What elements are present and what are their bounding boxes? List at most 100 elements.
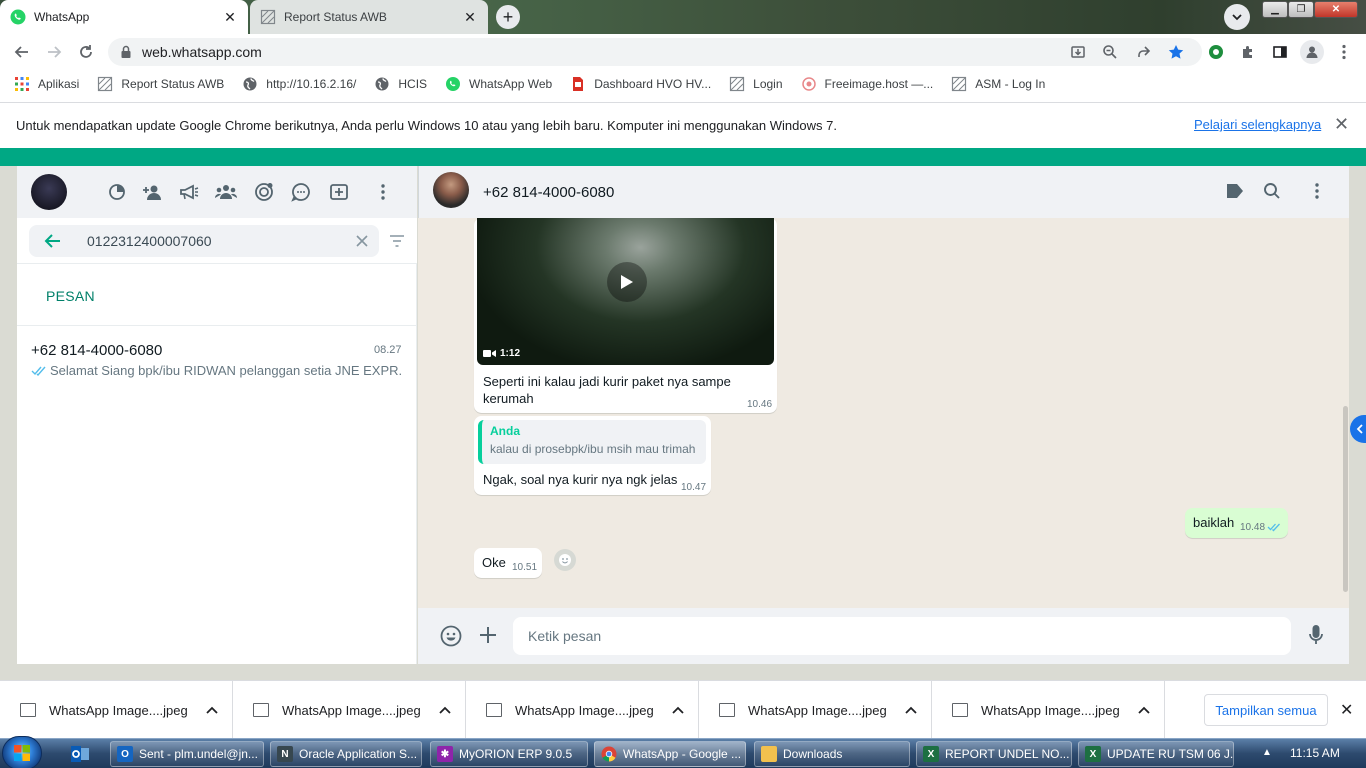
search-input[interactable]: 0122312400007060 bbox=[29, 225, 379, 257]
video-message[interactable]: 1:12 Seperti ini kalau jadi kurir paket … bbox=[474, 218, 777, 413]
side-panel-icon[interactable] bbox=[1270, 42, 1290, 62]
tab-report-status-awb[interactable]: Report Status AWB ✕ bbox=[250, 0, 488, 34]
bookmark-star-icon[interactable] bbox=[1168, 44, 1184, 60]
show-all-downloads-button[interactable]: Tampilkan semua bbox=[1204, 694, 1328, 726]
install-app-icon[interactable] bbox=[1070, 44, 1086, 60]
message-text: Ngak, soal nya kurir nya ngk jelas bbox=[483, 472, 678, 487]
message-input[interactable]: Ketik pesan bbox=[513, 617, 1291, 655]
close-tab-icon[interactable]: ✕ bbox=[222, 9, 238, 25]
reaction-emoji-icon[interactable] bbox=[554, 549, 576, 571]
scrollbar[interactable] bbox=[1343, 406, 1348, 592]
new-chat-icon[interactable] bbox=[289, 180, 313, 204]
chevron-up-icon[interactable] bbox=[206, 706, 218, 714]
label-icon[interactable] bbox=[1225, 182, 1245, 200]
chevron-up-icon[interactable] bbox=[439, 706, 451, 714]
whatsapp-extension-icon[interactable] bbox=[1206, 42, 1226, 62]
bookmark-dashboard-hvo[interactable]: Dashboard HVO HV... bbox=[570, 76, 711, 92]
bookmark-ip[interactable]: http://10.16.2.16/ bbox=[242, 76, 356, 92]
tray-chevron-up-icon[interactable]: ▲ bbox=[1262, 747, 1272, 758]
chevron-up-icon[interactable] bbox=[1138, 706, 1150, 714]
search-value: 0122312400007060 bbox=[87, 233, 212, 249]
minimize-button[interactable]: ▁ bbox=[1262, 1, 1288, 18]
excel-icon: X bbox=[1085, 746, 1101, 762]
chevron-down-icon bbox=[1232, 14, 1242, 21]
chrome-menu-icon[interactable] bbox=[1336, 42, 1352, 62]
taskbar-item-oracle[interactable]: N Oracle Application S... bbox=[270, 741, 422, 767]
bookmark-aplikasi[interactable]: Aplikasi bbox=[14, 76, 79, 92]
image-file-icon bbox=[486, 703, 502, 717]
taskbar-item-downloads[interactable]: Downloads bbox=[754, 741, 910, 767]
list-item[interactable]: +62 814-4000-6080 08.27 Selamat Siang bp… bbox=[17, 332, 417, 390]
download-item[interactable]: WhatsApp Image....jpeg bbox=[233, 681, 466, 739]
zoom-icon[interactable] bbox=[1102, 44, 1118, 60]
window-close-button[interactable]: ✕ bbox=[1314, 1, 1358, 18]
video-thumbnail[interactable]: 1:12 bbox=[477, 218, 774, 365]
outgoing-message[interactable]: baiklah 10.48 bbox=[1185, 508, 1288, 538]
download-item[interactable]: WhatsApp Image....jpeg bbox=[466, 681, 699, 739]
chevron-up-icon[interactable] bbox=[905, 706, 917, 714]
taskbar-item-chrome[interactable]: WhatsApp - Google ... bbox=[594, 741, 746, 767]
bookmark-asm-login[interactable]: ASM - Log In bbox=[951, 76, 1045, 92]
bookmark-login[interactable]: Login bbox=[729, 76, 783, 92]
menu-icon[interactable] bbox=[371, 180, 395, 204]
tab-search-button[interactable] bbox=[1224, 4, 1250, 30]
menu-icon[interactable] bbox=[1315, 183, 1319, 199]
taskbar-item-excel-update[interactable]: X UPDATE RU TSM 06 J... bbox=[1078, 741, 1234, 767]
address-bar[interactable]: web.whatsapp.com bbox=[108, 38, 1202, 66]
outlook-icon: O bbox=[117, 746, 133, 762]
bookmark-report-status-awb[interactable]: Report Status AWB bbox=[97, 76, 224, 92]
clear-search-icon[interactable] bbox=[355, 234, 369, 248]
download-name: WhatsApp Image....jpeg bbox=[282, 702, 421, 718]
download-item[interactable]: WhatsApp Image....jpeg bbox=[699, 681, 932, 739]
bookmark-whatsapp-web[interactable]: WhatsApp Web bbox=[445, 76, 552, 92]
infobar-message: Untuk mendapatkan update Google Chrome b… bbox=[16, 118, 837, 133]
filter-icon[interactable] bbox=[389, 234, 405, 248]
back-arrow-icon[interactable] bbox=[12, 42, 32, 62]
avatar[interactable] bbox=[433, 172, 469, 208]
outlook-pinned-icon[interactable] bbox=[60, 741, 100, 767]
add-contact-icon[interactable] bbox=[141, 180, 165, 204]
tab-title: WhatsApp bbox=[34, 10, 90, 24]
bookmark-label: Dashboard HVO HV... bbox=[594, 77, 712, 91]
microphone-icon[interactable] bbox=[1309, 624, 1323, 646]
taskbar-item-excel-report[interactable]: X REPORT UNDEL NO... bbox=[916, 741, 1072, 767]
close-infobar-icon[interactable]: ✕ bbox=[1334, 114, 1349, 135]
close-tab-icon[interactable]: ✕ bbox=[462, 9, 478, 25]
communities-icon[interactable] bbox=[214, 180, 238, 204]
play-icon[interactable] bbox=[607, 262, 647, 302]
tab-whatsapp[interactable]: WhatsApp ✕ bbox=[0, 0, 248, 34]
learn-more-link[interactable]: Pelajari selengkapnya bbox=[1194, 117, 1321, 132]
clock[interactable]: 11:15 AM bbox=[1290, 746, 1340, 760]
add-group-icon[interactable] bbox=[327, 180, 351, 204]
maximize-button[interactable]: ❐ bbox=[1288, 1, 1314, 18]
emoji-icon[interactable] bbox=[440, 625, 462, 647]
conversation-header[interactable]: +62 814-4000-6080 bbox=[418, 166, 1349, 218]
download-item[interactable]: WhatsApp Image....jpeg bbox=[0, 681, 233, 739]
close-downloads-icon[interactable]: ✕ bbox=[1340, 700, 1353, 720]
download-item[interactable]: WhatsApp Image....jpeg bbox=[932, 681, 1165, 739]
lock-icon[interactable] bbox=[120, 45, 132, 59]
new-tab-button[interactable]: + bbox=[496, 5, 520, 29]
share-icon[interactable] bbox=[1136, 44, 1152, 60]
reply-message[interactable]: Anda kalau di prosebpk/ibu msih mau trim… bbox=[474, 416, 711, 495]
incoming-message[interactable]: Oke 10.51 bbox=[474, 548, 542, 578]
avatar[interactable] bbox=[31, 174, 67, 210]
search-icon[interactable] bbox=[1263, 182, 1281, 200]
profile-avatar-icon[interactable] bbox=[1300, 40, 1324, 64]
bookmark-freeimage[interactable]: Freeimage.host —... bbox=[801, 76, 933, 92]
status-icon[interactable] bbox=[105, 180, 129, 204]
chevron-up-icon[interactable] bbox=[672, 706, 684, 714]
reload-icon[interactable] bbox=[76, 42, 96, 62]
taskbar-item-outlook[interactable]: O Sent - plm.undel@jn... bbox=[110, 741, 264, 767]
extensions-puzzle-icon[interactable] bbox=[1238, 42, 1258, 62]
attach-plus-icon[interactable] bbox=[479, 626, 497, 644]
forward-arrow-icon[interactable] bbox=[44, 42, 64, 62]
megaphone-icon[interactable] bbox=[177, 180, 201, 204]
taskbar-item-orion[interactable]: ✱ MyORION ERP 9.0.5 bbox=[430, 741, 588, 767]
start-button[interactable] bbox=[2, 736, 42, 768]
quoted-message[interactable]: Anda kalau di prosebpk/ibu msih mau trim… bbox=[478, 420, 706, 464]
bookmark-hcis[interactable]: HCIS bbox=[374, 76, 427, 92]
channels-icon[interactable] bbox=[252, 180, 276, 204]
back-arrow-icon[interactable] bbox=[43, 233, 61, 249]
header-band bbox=[0, 148, 1366, 166]
